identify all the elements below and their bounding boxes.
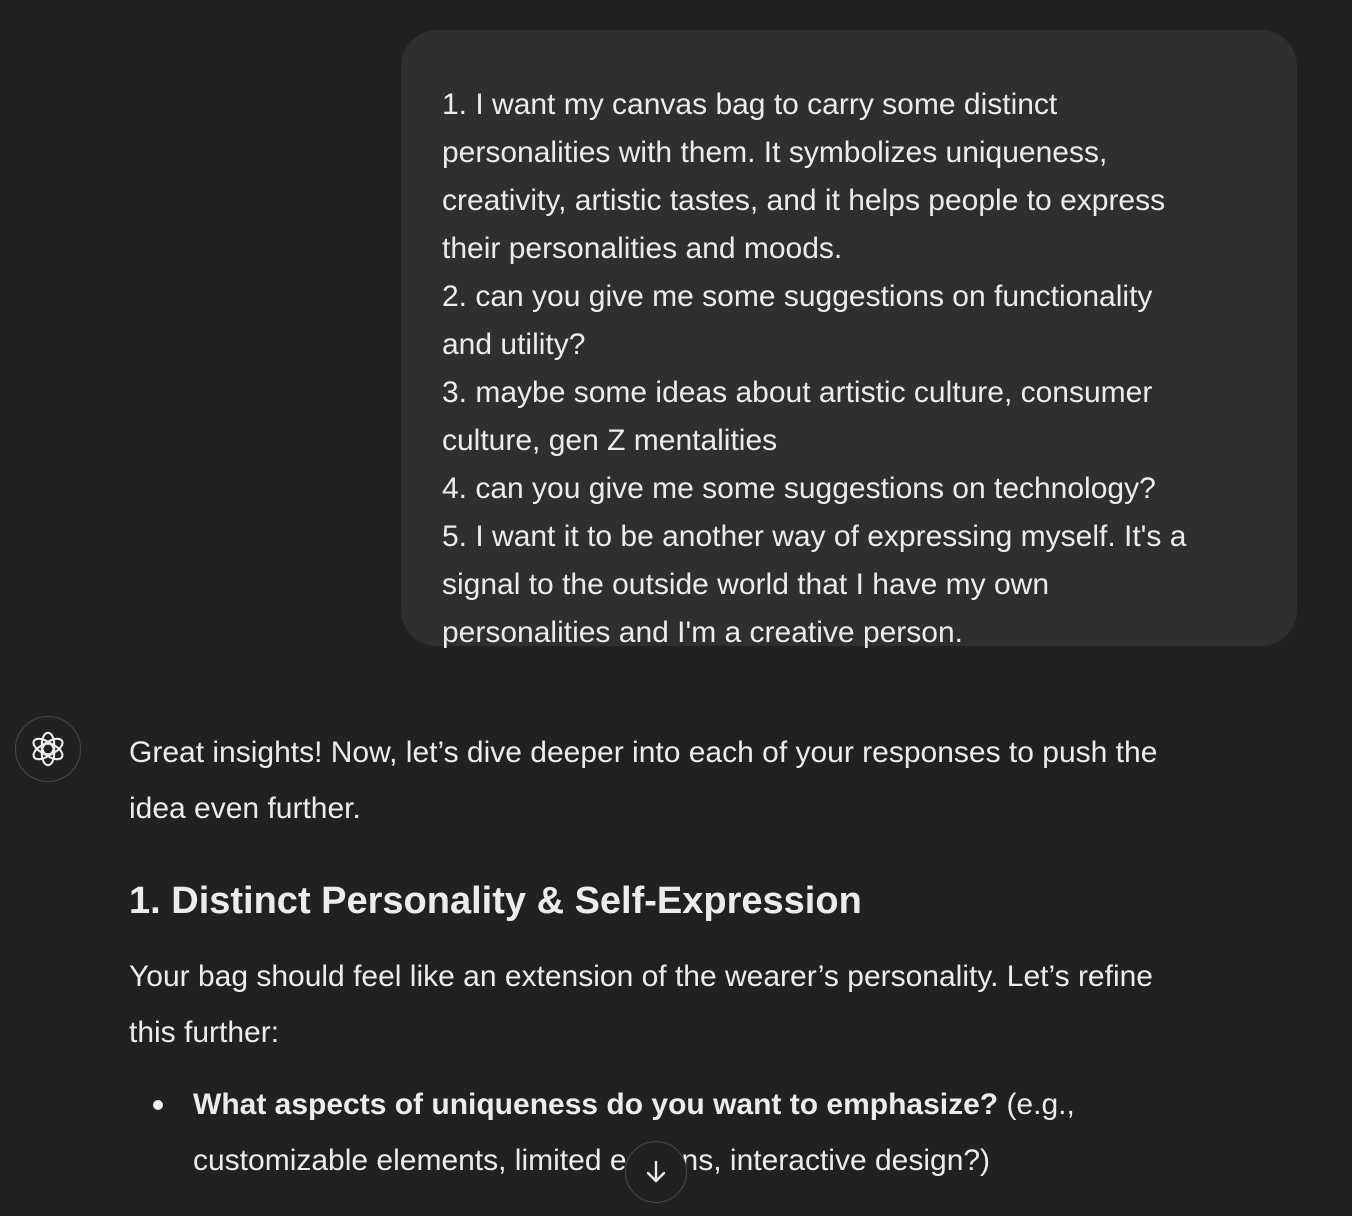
list-item-line: What aspects of uniqueness do you want t… — [193, 1077, 1075, 1133]
openai-logo-icon — [32, 731, 64, 767]
user-message-line: 2. can you give me some suggestions on f… — [442, 280, 1153, 313]
section-heading: 1. Distinct Personality & Self-Expressio… — [129, 880, 862, 922]
arrow-down-icon — [646, 1160, 666, 1183]
user-message-line: 4. can you give me some suggestions on t… — [442, 472, 1156, 505]
assistant-intro: Great insights! Now, let’s dive deeper i… — [129, 725, 1329, 837]
assistant-intro-line: Great insights! Now, let’s dive deeper i… — [129, 736, 1158, 769]
user-message-line: creativity, artistic tastes, and it help… — [442, 184, 1166, 217]
assistant-message: Great insights! Now, let’s dive deeper i… — [129, 725, 1329, 1177]
user-message-line: 1. I want my canvas bag to carry some di… — [442, 88, 1058, 121]
user-message-line: culture, gen Z mentalities — [442, 424, 778, 457]
section-paragraph-line: Your bag should feel like an extension o… — [129, 960, 1153, 993]
user-message-line: personalities and I'm a creative person. — [442, 616, 964, 649]
user-message-bubble: 1. I want my canvas bag to carry some di… — [401, 30, 1297, 649]
scroll-to-bottom-button[interactable] — [625, 1141, 687, 1203]
assistant-intro-line: idea even further. — [129, 792, 361, 825]
list-item-example: (e.g., — [998, 1088, 1075, 1121]
user-message-line: their personalities and moods. — [442, 232, 843, 265]
chat-view: 1. I want my canvas bag to carry some di… — [0, 0, 1352, 1216]
user-message-line: 3. maybe some ideas about artistic cultu… — [442, 376, 1153, 409]
user-message-line: personalities with them. It symbolizes u… — [442, 136, 1108, 169]
user-message-line: and utility? — [442, 328, 586, 361]
list-item-question: What aspects of uniqueness do you want t… — [193, 1088, 999, 1121]
user-message-line: 5. I want it to be another way of expres… — [442, 520, 1187, 553]
assistant-avatar — [15, 716, 81, 782]
section-paragraph: Your bag should feel like an extension o… — [129, 949, 1153, 1061]
user-message-line: signal to the outside world that I have … — [442, 568, 1050, 601]
bullet-dot — [153, 1100, 163, 1110]
section-paragraph-line: this further: — [129, 1016, 280, 1049]
